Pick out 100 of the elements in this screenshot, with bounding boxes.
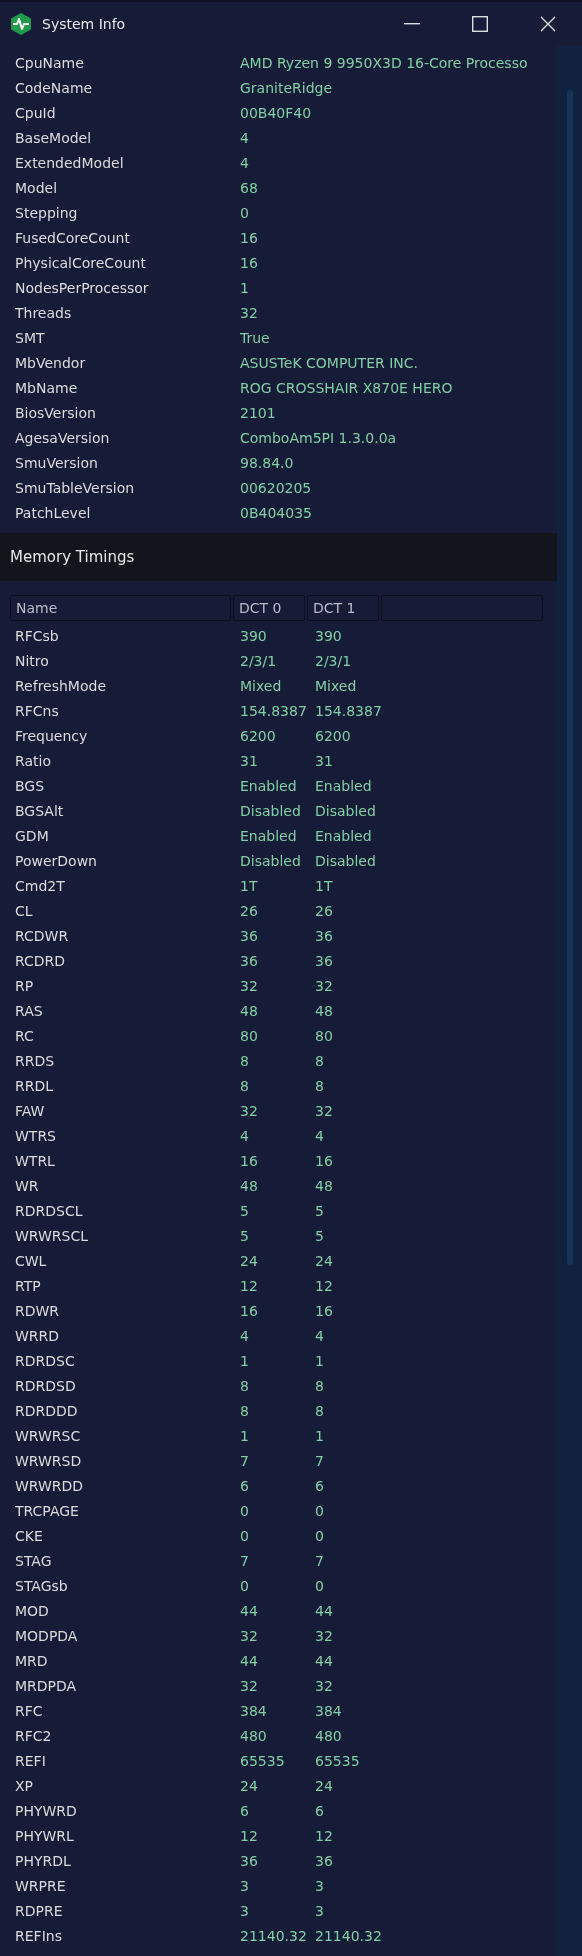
info-label: Stepping (15, 204, 79, 221)
timing-value: 1 (315, 1427, 324, 1444)
timing-value: 80 (315, 1027, 333, 1044)
timing-name: MRDPDA (15, 1677, 78, 1694)
scrollbar-thumb[interactable] (566, 90, 573, 1265)
timing-name: RAS (15, 1002, 44, 1019)
timing-name: RC (15, 1027, 35, 1044)
timing-name: WRWRSD (15, 1452, 83, 1469)
info-label: CpuId (15, 104, 57, 121)
timing-name: RP (15, 977, 35, 994)
timing-name: STAG (15, 1552, 53, 1569)
timing-value: 1T (240, 877, 259, 894)
minimize-icon (404, 23, 420, 25)
timing-name: REFI (15, 1752, 47, 1769)
timing-value: 2/3/1 (240, 652, 278, 669)
timing-name: RDRDSD (15, 1377, 77, 1394)
timing-name: WRWRDD (15, 1477, 85, 1494)
window-title: System Info (42, 16, 127, 32)
timing-name: PHYWRL (15, 1827, 75, 1844)
timing-value: Disabled (315, 802, 376, 819)
info-value: 16 (240, 229, 258, 246)
timing-name: RDRDSC (15, 1352, 76, 1369)
timing-value: 7 (240, 1552, 250, 1569)
timing-value: 26 (240, 902, 259, 919)
timing-name: REFIns (15, 1927, 63, 1944)
timing-value: 16 (315, 1152, 333, 1169)
info-value: 4 (240, 129, 249, 146)
timing-value: 480 (315, 1727, 342, 1744)
timing-name: WRWRSC (15, 1427, 82, 1444)
info-value: ComboAm5PI 1.3.0.0a (240, 429, 397, 446)
timing-value: 21140.32 (240, 1927, 308, 1944)
timing-name: CKE (15, 1527, 44, 1544)
timing-value: 5 (315, 1202, 324, 1219)
timing-value: 24 (315, 1252, 333, 1269)
timing-value: 44 (315, 1602, 333, 1619)
timing-value: 8 (315, 1052, 324, 1069)
timing-name: RDRDDD (15, 1402, 79, 1419)
timing-value: 36 (240, 952, 259, 969)
info-value: ROG CROSSHAIR X870E HERO (240, 379, 453, 396)
timing-value: 6 (315, 1477, 324, 1494)
timing-value: 48 (315, 1177, 333, 1194)
timing-value: 36 (315, 927, 333, 944)
info-value: ASUSTeK COMPUTER INC. (240, 354, 418, 371)
timing-value: Enabled (315, 827, 372, 844)
column-header[interactable]: DCT 1 (307, 595, 379, 621)
timing-value: Enabled (240, 777, 298, 794)
timing-value: 12 (240, 1277, 259, 1294)
timing-value: 0 (315, 1502, 324, 1519)
timing-value: 5 (315, 1227, 324, 1244)
info-value: 4 (240, 154, 249, 171)
info-label: PhysicalCoreCount (15, 254, 147, 271)
timing-name: WRRD (15, 1327, 61, 1344)
timing-name: BGSAlt (15, 802, 65, 819)
timing-value: Enabled (315, 777, 372, 794)
timing-value: 8 (240, 1402, 250, 1419)
timing-value: 0 (240, 1502, 250, 1519)
timing-name: CL (15, 902, 34, 919)
info-value: 00620205 (240, 479, 312, 496)
timing-value: 26 (315, 902, 333, 919)
timing-name: TRCPAGE (15, 1502, 80, 1519)
column-header[interactable]: DCT 0 (233, 595, 305, 621)
timing-name: RRDL (15, 1077, 55, 1094)
timing-name: RFCns (15, 702, 60, 719)
timing-name: BGS (15, 777, 46, 794)
info-label: Threads (15, 304, 73, 321)
timing-value: 154.8387 (315, 702, 382, 719)
timing-value: 480 (240, 1727, 268, 1744)
timing-value: 36 (240, 927, 259, 944)
timing-value: 3 (315, 1877, 324, 1894)
timing-name: PHYRDL (15, 1852, 72, 1869)
scrollbar[interactable] (557, 46, 582, 1956)
timing-value: 32 (240, 1627, 259, 1644)
timing-value: 7 (240, 1452, 250, 1469)
timing-value: 6 (315, 1802, 324, 1819)
timing-value: 12 (315, 1277, 333, 1294)
timing-name: MODPDA (15, 1627, 79, 1644)
timing-value: 5 (240, 1227, 250, 1244)
timing-value: 12 (240, 1827, 259, 1844)
timing-value: 32 (315, 1677, 333, 1694)
timing-value: Disabled (240, 852, 302, 869)
timing-value: Disabled (240, 802, 302, 819)
timing-value: 3 (240, 1877, 250, 1894)
timing-value: 390 (315, 627, 342, 644)
timing-value: 5 (240, 1202, 250, 1219)
info-label: AgesaVersion (15, 429, 111, 446)
timing-name: WR (15, 1177, 40, 1194)
timing-value: 16 (240, 1152, 259, 1169)
timing-name: RefreshMode (15, 677, 107, 694)
column-header[interactable]: Name (10, 595, 231, 621)
info-value: 68 (240, 179, 258, 196)
info-label: Model (15, 179, 59, 196)
info-value: 32 (240, 304, 258, 321)
timing-name: RDPRE (15, 1902, 64, 1919)
timing-value: 8 (240, 1077, 250, 1094)
timing-value: 4 (315, 1327, 324, 1344)
timing-name: FAW (15, 1102, 46, 1119)
timing-name: RFC2 (15, 1727, 53, 1744)
timing-value: Disabled (315, 852, 376, 869)
timing-value: 7 (315, 1552, 324, 1569)
info-label: CpuName (15, 54, 85, 71)
